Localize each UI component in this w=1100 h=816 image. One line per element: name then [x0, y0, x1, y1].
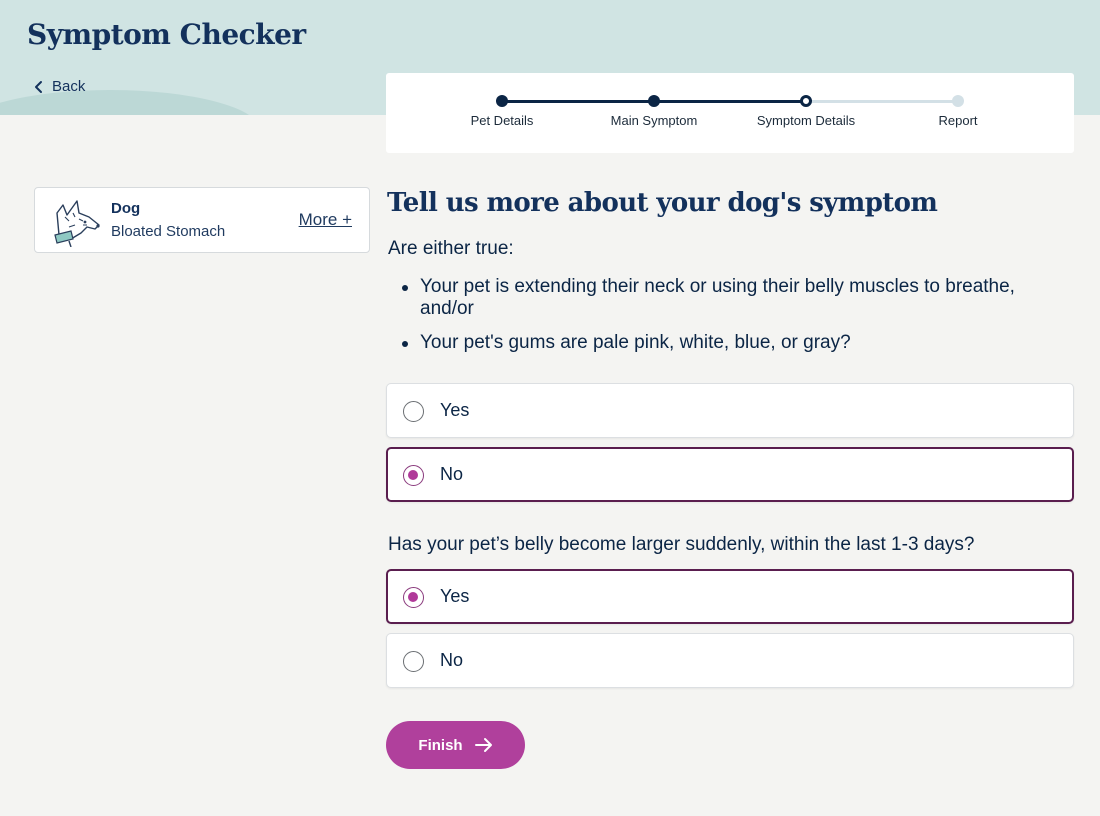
step-dot	[800, 95, 812, 107]
step-label: Symptom Details	[756, 113, 856, 128]
question-1-text: Are either true:	[388, 238, 514, 259]
progress-stepper: Pet Details Main Symptom Symptom Details…	[386, 73, 1074, 153]
finish-button-label: Finish	[418, 736, 463, 754]
question-2-option-no[interactable]: No	[386, 633, 1074, 688]
more-link[interactable]: More +	[299, 210, 352, 230]
radio-button[interactable]	[403, 651, 424, 672]
bullet-item: Your pet's gums are pale pink, white, bl…	[402, 332, 1020, 354]
chevron-left-icon	[35, 80, 42, 93]
question-1-option-yes[interactable]: Yes	[386, 383, 1074, 438]
step-label: Pet Details	[470, 113, 534, 128]
page-title: Tell us more about your dog's symptom	[387, 188, 938, 218]
question-1-bullets: Your pet is extending their neck or usin…	[402, 276, 1020, 366]
step-dot	[496, 95, 508, 107]
step-dot	[648, 95, 660, 107]
option-label: No	[440, 650, 464, 670]
radio-button[interactable]	[403, 401, 424, 422]
app-title: Symptom Checker	[27, 18, 306, 51]
question-2-option-yes[interactable]: Yes	[386, 569, 1074, 624]
bullet-item: Your pet is extending their neck or usin…	[402, 276, 1020, 320]
radio-button[interactable]	[403, 465, 424, 486]
pet-summary-card: Dog Bloated Stomach More +	[34, 187, 370, 253]
option-label: Yes	[440, 400, 470, 420]
step-label: Report	[938, 113, 978, 128]
back-link-label: Back	[52, 78, 86, 95]
step-dot	[952, 95, 964, 107]
option-label: Yes	[440, 586, 470, 606]
pet-name: Dog	[111, 200, 141, 217]
question-1-option-no[interactable]: No	[386, 447, 1074, 502]
option-label: No	[440, 464, 464, 484]
dog-avatar-icon	[54, 200, 100, 247]
arrow-right-icon	[474, 738, 492, 752]
pet-symptom: Bloated Stomach	[111, 223, 226, 240]
finish-button[interactable]: Finish	[386, 721, 525, 769]
step-label: Main Symptom	[610, 113, 698, 128]
back-link[interactable]: Back	[34, 78, 85, 95]
radio-button[interactable]	[403, 587, 424, 608]
question-2-text: Has your pet’s belly become larger sudde…	[388, 534, 975, 555]
